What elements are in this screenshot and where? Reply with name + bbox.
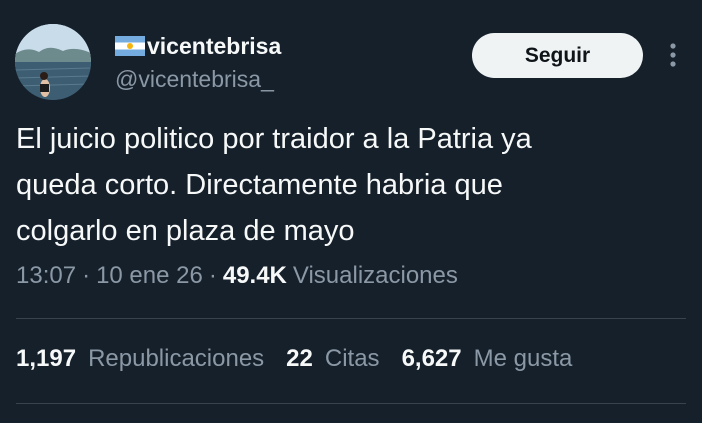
- meta-separator: ·: [208, 262, 217, 289]
- likes-label: Me gusta: [473, 345, 573, 372]
- tweet-meta: 13:07 · 10 ene 26 · 49.4K Visualizacione…: [16, 262, 458, 290]
- tweet-text-line: colgarlo en plaza de mayo: [16, 215, 355, 247]
- likes-count: 6,627: [401, 345, 462, 372]
- display-name[interactable]: vicentebrisa: [115, 30, 281, 62]
- user-handle[interactable]: @vicentebrisa_: [115, 66, 274, 93]
- tweet-text-line: queda corto. Directamente habria que: [16, 169, 503, 201]
- lake-photo-avatar: [15, 24, 91, 100]
- argentina-flag-icon: [115, 36, 145, 56]
- views-label: Visualizaciones: [292, 262, 458, 289]
- tweet-text: El juicio politico por traidor a la Patr…: [16, 116, 686, 254]
- avatar[interactable]: [15, 24, 91, 100]
- reposts-count: 1,197: [16, 345, 77, 372]
- tweet-card: vicentebrisa @vicentebrisa_ Seguir El ju…: [0, 0, 702, 423]
- quotes-stat[interactable]: 22 Citas: [286, 345, 379, 373]
- reposts-label: Republicaciones: [88, 345, 265, 372]
- follow-button[interactable]: Seguir: [472, 33, 643, 78]
- reposts-stat[interactable]: 1,197 Republicaciones: [16, 345, 264, 373]
- more-vertical-icon[interactable]: [663, 40, 683, 70]
- divider: [16, 318, 686, 319]
- quotes-label: Citas: [324, 345, 380, 372]
- divider: [16, 403, 686, 404]
- display-name-text: vicentebrisa: [147, 32, 282, 59]
- tweet-date[interactable]: 10 ene 26: [96, 262, 203, 290]
- views-count: 49.4K: [222, 262, 287, 289]
- tweet-stats: 1,197 Republicaciones 22 Citas 6,627 Me …: [16, 345, 594, 373]
- quotes-count: 22: [286, 345, 313, 372]
- tweet-text-line: El juicio politico por traidor a la Patr…: [16, 123, 532, 155]
- meta-separator: ·: [82, 262, 91, 289]
- tweet-time[interactable]: 13:07: [16, 262, 76, 290]
- likes-stat[interactable]: 6,627 Me gusta: [402, 345, 573, 373]
